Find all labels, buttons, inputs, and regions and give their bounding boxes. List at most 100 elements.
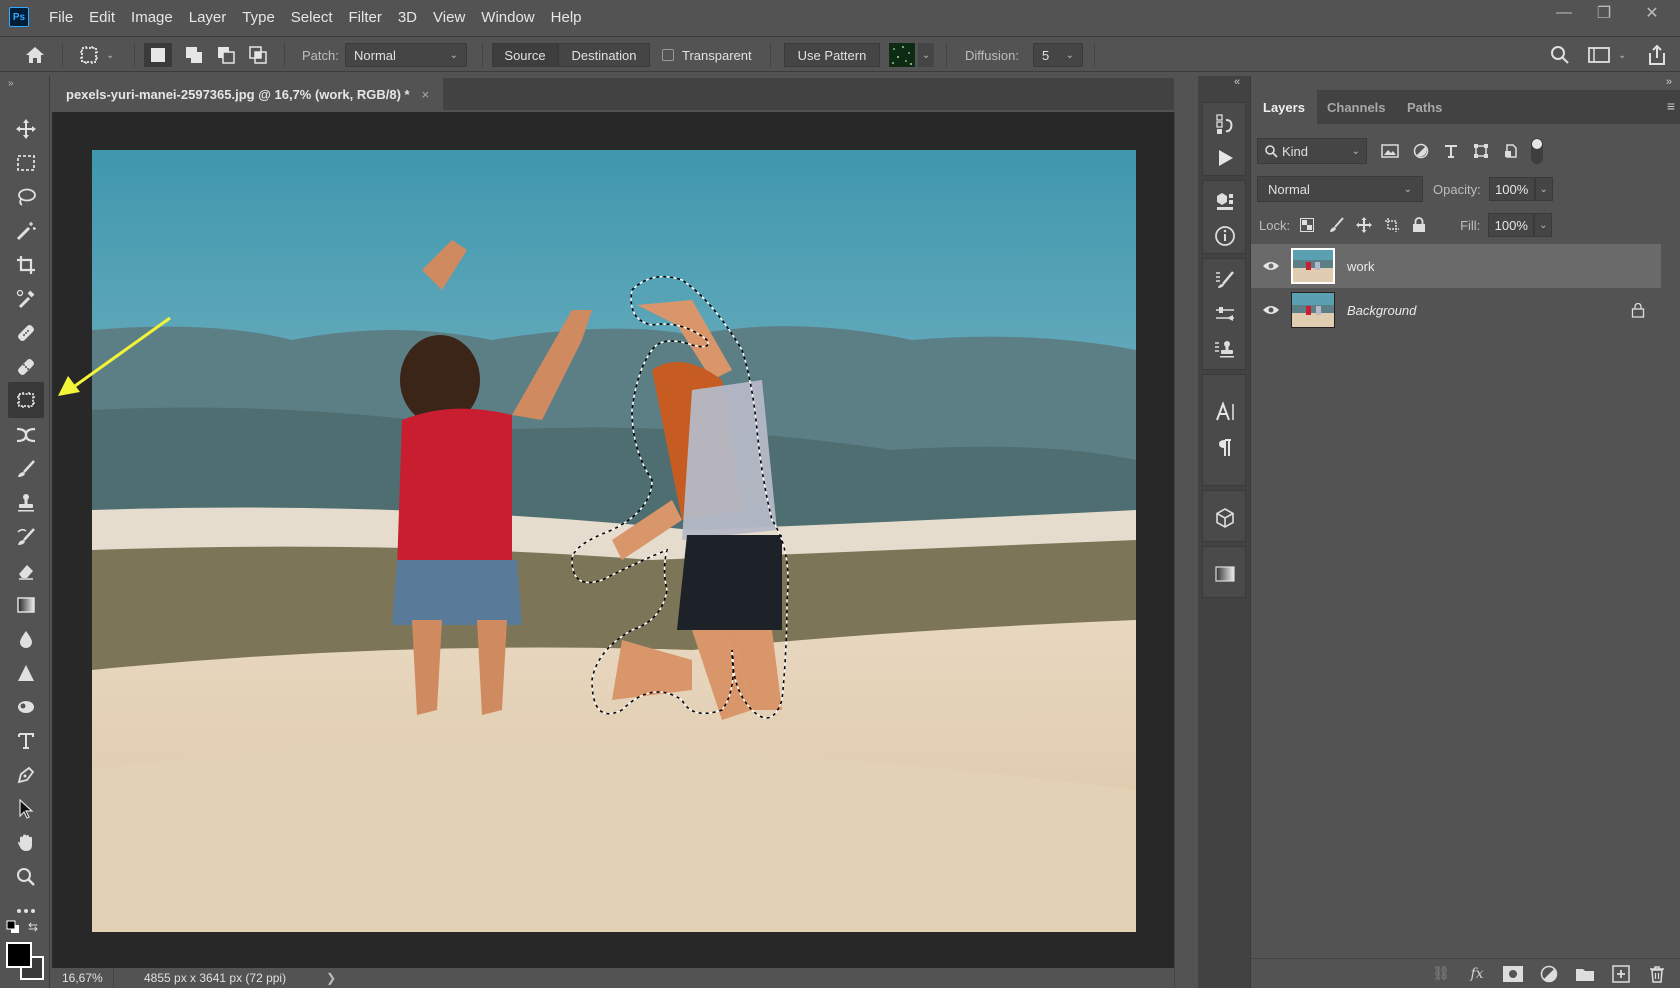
info-panel-button[interactable] [1203, 219, 1247, 253]
eraser-tool[interactable] [8, 556, 44, 586]
diffusion-select[interactable]: 5 ⌄ [1033, 43, 1083, 67]
delete-layer-trash-icon[interactable] [1647, 964, 1667, 984]
layer-name[interactable]: Background [1347, 303, 1416, 318]
pen-tool[interactable] [8, 760, 44, 790]
new-group-folder-icon[interactable] [1575, 964, 1595, 984]
menu-help[interactable]: Help [543, 9, 590, 26]
tab-channels[interactable]: Channels [1315, 90, 1398, 124]
filter-toggle[interactable] [1531, 138, 1543, 164]
dodge-tool[interactable] [8, 692, 44, 722]
share-button[interactable] [1646, 43, 1668, 67]
type-tool[interactable] [8, 726, 44, 756]
opacity-field[interactable]: 100% [1488, 177, 1535, 201]
lock-all-icon[interactable] [1412, 217, 1426, 233]
tab-layers[interactable]: Layers [1251, 90, 1317, 124]
menu-edit[interactable]: Edit [81, 9, 123, 26]
document-tab[interactable]: pexels-yuri-manei-2597365.jpg @ 16,7% (w… [52, 78, 444, 110]
magic-wand-tool[interactable] [8, 216, 44, 246]
layer-visibility-toggle[interactable] [1251, 260, 1291, 272]
canvas-area[interactable] [52, 112, 1174, 968]
healing-brush-tool[interactable] [8, 352, 44, 382]
clone-source-button[interactable] [1203, 333, 1247, 367]
layer-row-background[interactable]: Background [1251, 288, 1661, 332]
close-window-button[interactable]: ✕ [1624, 0, 1680, 26]
status-menu-arrow[interactable]: ❯ [326, 971, 336, 985]
new-selection-button[interactable] [144, 43, 172, 67]
zoom-tool[interactable] [8, 862, 44, 892]
panel-menu-icon[interactable]: ≡ [1667, 98, 1675, 114]
filter-adjustment-layers-icon[interactable] [1413, 143, 1429, 159]
character-panel-button[interactable] [1203, 395, 1247, 429]
transparent-checkbox[interactable]: Transparent [662, 43, 752, 67]
actions-panel-button[interactable] [1203, 141, 1247, 175]
zoom-level-field[interactable]: 16,67% [52, 968, 114, 988]
fill-dropdown[interactable]: ⌄ [1534, 213, 1553, 237]
blend-mode-select[interactable]: Normal ⌄ [1257, 176, 1423, 202]
layer-style-fx-icon[interactable]: fx [1467, 964, 1487, 984]
layer-name[interactable]: work [1347, 259, 1374, 274]
adjustments-button[interactable] [1203, 297, 1247, 331]
layer-row-work[interactable]: work [1251, 244, 1661, 288]
sharpen-tool[interactable] [8, 658, 44, 688]
add-to-selection-button[interactable] [180, 43, 208, 67]
menu-file[interactable]: File [41, 9, 81, 26]
lock-transparent-pixels-icon[interactable] [1300, 218, 1315, 232]
gradient-tool[interactable] [8, 590, 44, 620]
filter-shape-layers-icon[interactable] [1473, 143, 1489, 159]
menu-window[interactable]: Window [473, 9, 542, 26]
eyedropper-tool[interactable] [8, 284, 44, 314]
marquee-tool[interactable] [8, 148, 44, 178]
home-button[interactable] [24, 43, 46, 67]
close-tab-icon[interactable]: × [422, 87, 430, 102]
menu-image[interactable]: Image [123, 9, 181, 26]
layer-visibility-toggle[interactable] [1251, 304, 1291, 316]
lock-position-icon[interactable] [1356, 217, 1373, 233]
pattern-picker-dropdown[interactable]: ⌄ [918, 43, 934, 67]
fill-field[interactable]: 100% [1488, 213, 1535, 237]
foreground-color-swatch[interactable] [6, 942, 32, 968]
search-button[interactable] [1550, 43, 1570, 67]
menu-filter[interactable]: Filter [341, 9, 390, 26]
filter-pixel-layers-icon[interactable] [1381, 143, 1399, 159]
restore-button[interactable]: ❐ [1584, 0, 1624, 26]
spot-healing-tool[interactable] [8, 318, 44, 348]
brush-settings-button[interactable] [1203, 263, 1247, 297]
new-layer-icon[interactable] [1611, 964, 1631, 984]
add-mask-icon[interactable] [1503, 964, 1523, 984]
menu-3d[interactable]: 3D [390, 9, 425, 26]
3d-panel-button[interactable] [1203, 501, 1247, 535]
pattern-swatch[interactable] [888, 42, 916, 68]
destination-button[interactable]: Destination [558, 43, 650, 67]
checkbox-box[interactable] [662, 49, 674, 61]
expand-panel-icon[interactable]: » [1666, 76, 1672, 88]
patch-tool[interactable] [8, 382, 44, 418]
path-selection-tool[interactable] [8, 794, 44, 824]
new-adjustment-layer-icon[interactable] [1539, 964, 1559, 984]
menu-select[interactable]: Select [283, 9, 341, 26]
menu-view[interactable]: View [425, 9, 473, 26]
document-image[interactable] [92, 150, 1136, 932]
clone-stamp-tool[interactable] [8, 488, 44, 518]
canvas-vertical-scrollbar[interactable] [1174, 112, 1198, 988]
swap-colors-icon[interactable]: ⇆ [28, 920, 44, 934]
source-button[interactable]: Source [492, 43, 558, 67]
lock-artboard-icon[interactable] [1384, 217, 1400, 233]
brush-tool[interactable] [8, 454, 44, 484]
move-tool[interactable] [8, 114, 44, 144]
paragraph-panel-button[interactable] [1203, 431, 1247, 465]
collapse-dock-icon[interactable]: « [1234, 76, 1240, 88]
use-pattern-button[interactable]: Use Pattern [784, 43, 880, 67]
tool-preset-picker[interactable]: ⌄ [78, 43, 114, 67]
tab-paths[interactable]: Paths [1395, 90, 1454, 124]
3d-materials-button[interactable] [1203, 185, 1247, 219]
hand-tool[interactable] [8, 828, 44, 858]
blur-tool[interactable] [8, 624, 44, 654]
minimize-button[interactable]: — [1544, 0, 1584, 26]
subtract-selection-button[interactable] [212, 43, 240, 67]
intersect-selection-button[interactable] [244, 43, 272, 67]
filter-type-layers-icon[interactable] [1443, 143, 1459, 159]
history-brush-tool[interactable] [8, 522, 44, 552]
history-panel-button[interactable] [1203, 107, 1247, 141]
menu-layer[interactable]: Layer [181, 9, 235, 26]
crop-tool[interactable] [8, 250, 44, 280]
